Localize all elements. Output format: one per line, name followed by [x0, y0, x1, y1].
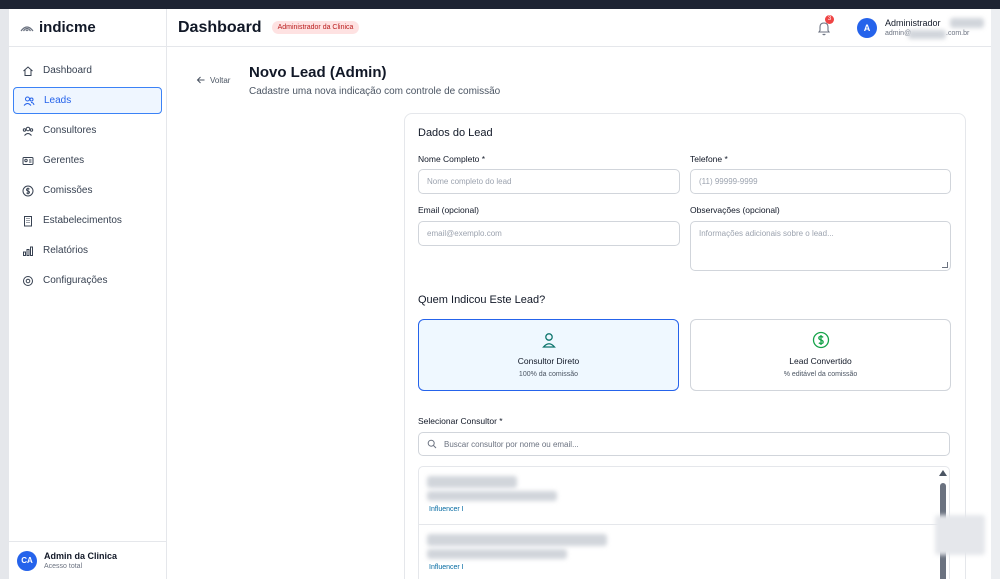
choice-direct-consultant[interactable]: Consultor Direto 100% da comissão — [418, 319, 679, 391]
bar-chart-icon — [23, 246, 33, 256]
gear-icon — [23, 275, 33, 286]
sidebar-item-leads[interactable]: Leads — [13, 87, 162, 114]
name-label: Nome Completo * — [418, 154, 486, 164]
sidebar-item-label: Leads — [44, 95, 72, 106]
brand-name: indicme — [39, 19, 96, 36]
dollar-circle-icon — [22, 185, 34, 196]
choice-converted-lead[interactable]: Lead Convertido % editável da comissão — [690, 319, 951, 391]
sidebar-user[interactable]: CA Admin da Clinica Acesso total — [9, 541, 167, 579]
sidebar-item-configuracoes[interactable]: Configurações — [13, 267, 162, 294]
redacted-overlay — [935, 515, 985, 555]
sidebar-user-name: Admin da Clinica — [44, 551, 118, 561]
arrow-left-icon — [196, 76, 205, 84]
redacted-consultant-email — [427, 549, 567, 559]
resize-handle[interactable] — [942, 262, 948, 268]
sidebar-item-dashboard[interactable]: Dashboard — [13, 57, 162, 84]
notifications-button[interactable]: 3 — [816, 15, 834, 37]
window-left-edge — [0, 9, 9, 579]
wifi-waves-icon — [20, 25, 34, 31]
name-placeholder: Nome completo do lead — [427, 177, 512, 186]
sidebar-item-label: Gerentes — [43, 155, 85, 166]
top-header: Dashboard Administrador da Clinica 3 A A… — [167, 9, 991, 47]
choice-title: Consultor Direto — [517, 356, 580, 366]
phone-field[interactable]: (11) 99999-9999 — [690, 169, 951, 194]
page-title: Dashboard — [178, 18, 262, 36]
scroll-up-arrow-icon[interactable] — [939, 470, 947, 476]
sidebar-item-gerentes[interactable]: Gerentes — [13, 147, 162, 174]
users-icon — [23, 96, 35, 106]
sidebar-item-label: Estabelecimentos — [43, 215, 122, 226]
email-placeholder: email@exemplo.com — [427, 229, 502, 238]
notification-count: 3 — [825, 15, 834, 24]
sidebar-item-estabelecimentos[interactable]: Estabelecimentos — [13, 207, 162, 234]
app-window: indicme Dashboard Leads Consultores Gere… — [9, 9, 991, 579]
consultant-tier: Influencer I — [429, 564, 464, 571]
back-link[interactable]: Voltar — [196, 75, 230, 85]
notes-label: Observações (opcional) — [690, 205, 780, 215]
sidebar-item-label: Configurações — [43, 275, 108, 286]
user-icon — [541, 333, 556, 348]
building-icon — [24, 215, 32, 226]
sidebar-item-label: Relatórios — [43, 245, 89, 256]
redacted-consultant-name — [427, 534, 607, 546]
email-field[interactable]: email@exemplo.com — [418, 221, 680, 246]
window-right-edge — [991, 9, 1000, 579]
form-title: Novo Lead (Admin) — [249, 64, 387, 81]
choice-title: Lead Convertido — [789, 356, 852, 366]
user-name: Administrador — [885, 18, 941, 28]
sidebar: indicme Dashboard Leads Consultores Gere… — [9, 9, 167, 579]
sidebar-user-role: Acesso total — [44, 563, 83, 570]
back-label: Voltar — [210, 75, 231, 85]
home-icon — [23, 65, 33, 76]
section-title-lead: Dados do Lead — [418, 127, 493, 139]
form-subtitle: Cadastre uma nova indicação com controle… — [249, 86, 501, 97]
brand[interactable]: indicme — [9, 9, 166, 47]
phone-placeholder: (11) 99999-9999 — [699, 177, 758, 186]
list-item[interactable]: Influencer I — [419, 467, 939, 525]
sidebar-item-label: Consultores — [43, 125, 97, 136]
list-item[interactable]: Influencer I — [419, 525, 939, 579]
id-card-icon — [22, 156, 34, 165]
user-email-end: .com.br — [946, 30, 970, 37]
redacted-consultant-email — [427, 491, 557, 501]
sidebar-item-label: Comissões — [43, 185, 93, 196]
email-label: Email (opcional) — [418, 205, 479, 215]
sidebar-nav: Dashboard Leads Consultores Gerentes Com… — [9, 47, 166, 294]
avatar: CA — [17, 550, 37, 571]
name-field[interactable]: Nome completo do lead — [418, 169, 680, 194]
sidebar-item-consultores[interactable]: Consultores — [13, 117, 162, 144]
sidebar-item-label: Dashboard — [43, 65, 92, 76]
search-placeholder: Buscar consultor por nome ou email... — [444, 439, 579, 449]
sidebar-item-relatorios[interactable]: Relatórios — [13, 237, 162, 264]
dollar-circle-icon — [812, 331, 829, 349]
redacted-email — [908, 30, 946, 39]
user-group-icon — [22, 126, 34, 136]
status-badge: Administrador da Clinica — [271, 21, 360, 34]
redacted-consultant-name — [427, 476, 517, 488]
consultant-search-input[interactable]: Buscar consultor por nome ou email... — [418, 432, 950, 456]
redacted-user-surname — [950, 18, 984, 28]
notes-textarea[interactable]: Informações adicionais sobre o lead... — [690, 221, 951, 271]
phone-label: Telefone * — [690, 154, 728, 164]
consultant-list: Influencer I Influencer I — [418, 466, 950, 579]
consultant-tier: Influencer I — [429, 506, 464, 513]
consultant-label: Selecionar Consultor * — [418, 416, 503, 426]
notes-placeholder: Informações adicionais sobre o lead... — [699, 229, 834, 238]
choice-subtitle: % editável da comissão — [783, 371, 858, 378]
search-icon — [427, 439, 437, 449]
section-title-referral: Quem Indicou Este Lead? — [418, 294, 546, 306]
sidebar-item-comissoes[interactable]: Comissões — [13, 177, 162, 204]
window-top-bar — [0, 0, 1000, 9]
lead-form-card: Dados do Lead Nome Completo * Nome compl… — [404, 113, 966, 579]
choice-subtitle: 100% da comissão — [518, 371, 579, 378]
user-avatar[interactable]: A — [857, 18, 877, 38]
